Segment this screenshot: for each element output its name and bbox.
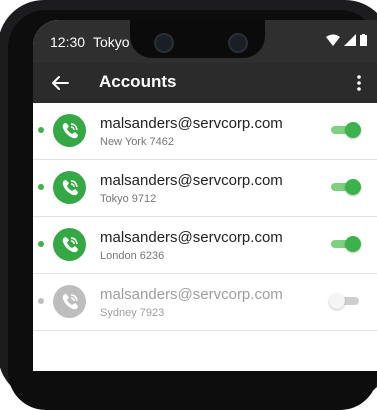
status-city: Tokyo xyxy=(93,34,130,50)
battery-icon xyxy=(360,34,367,46)
wifi-icon xyxy=(326,34,340,46)
status-icons xyxy=(326,34,367,46)
account-email: malsanders@servcorp.com xyxy=(100,115,283,132)
status-dot xyxy=(38,127,44,133)
phone-icon xyxy=(62,293,78,309)
status-dot xyxy=(38,298,44,304)
page-title: Accounts xyxy=(99,72,177,91)
status-time: 12:30 xyxy=(50,34,86,50)
account-row[interactable]: malsanders@servcorp.com Sydney 7923 xyxy=(33,274,377,331)
account-location: Sydney 7923 xyxy=(100,307,165,319)
account-location: Tokyo 9712 xyxy=(100,193,157,205)
account-toggle[interactable] xyxy=(331,236,361,252)
phone-avatar xyxy=(53,285,86,318)
camera-notch xyxy=(130,20,265,58)
phone-avatar xyxy=(53,114,86,147)
account-toggle[interactable] xyxy=(329,293,359,309)
phone-icon xyxy=(62,122,78,138)
camera-lens-icon xyxy=(228,33,248,53)
status-dot xyxy=(38,241,44,247)
more-vert-icon[interactable] xyxy=(355,72,363,94)
camera-lens-icon xyxy=(154,33,174,53)
account-row[interactable]: malsanders@servcorp.com Tokyo 9712 xyxy=(33,160,377,217)
back-arrow-icon[interactable] xyxy=(49,72,71,94)
toggle-knob xyxy=(329,293,345,309)
account-row[interactable]: malsanders@servcorp.com London 6236 xyxy=(33,217,377,274)
phone-icon xyxy=(62,236,78,252)
toggle-knob xyxy=(345,236,361,252)
phone-avatar xyxy=(53,228,86,261)
account-email: malsanders@servcorp.com xyxy=(100,286,283,303)
phone-icon xyxy=(62,179,78,195)
account-row[interactable]: malsanders@servcorp.com New York 7462 xyxy=(33,103,377,160)
account-email: malsanders@servcorp.com xyxy=(100,172,283,189)
account-email: malsanders@servcorp.com xyxy=(100,229,283,246)
toggle-knob xyxy=(345,122,361,138)
toggle-knob xyxy=(345,179,361,195)
accounts-list: malsanders@servcorp.com New York 7462 ma… xyxy=(33,103,377,331)
account-toggle[interactable] xyxy=(331,122,361,138)
phone-avatar xyxy=(53,171,86,204)
account-location: New York 7462 xyxy=(100,136,174,148)
account-toggle[interactable] xyxy=(331,179,361,195)
status-bar: 12:30 Tokyo xyxy=(33,20,377,63)
signal-icon xyxy=(344,34,356,46)
app-bar: Accounts xyxy=(33,63,377,103)
status-dot xyxy=(38,184,44,190)
screen: 12:30 Tokyo Accounts malsanders@servcorp… xyxy=(33,20,377,371)
account-location: London 6236 xyxy=(100,250,165,262)
